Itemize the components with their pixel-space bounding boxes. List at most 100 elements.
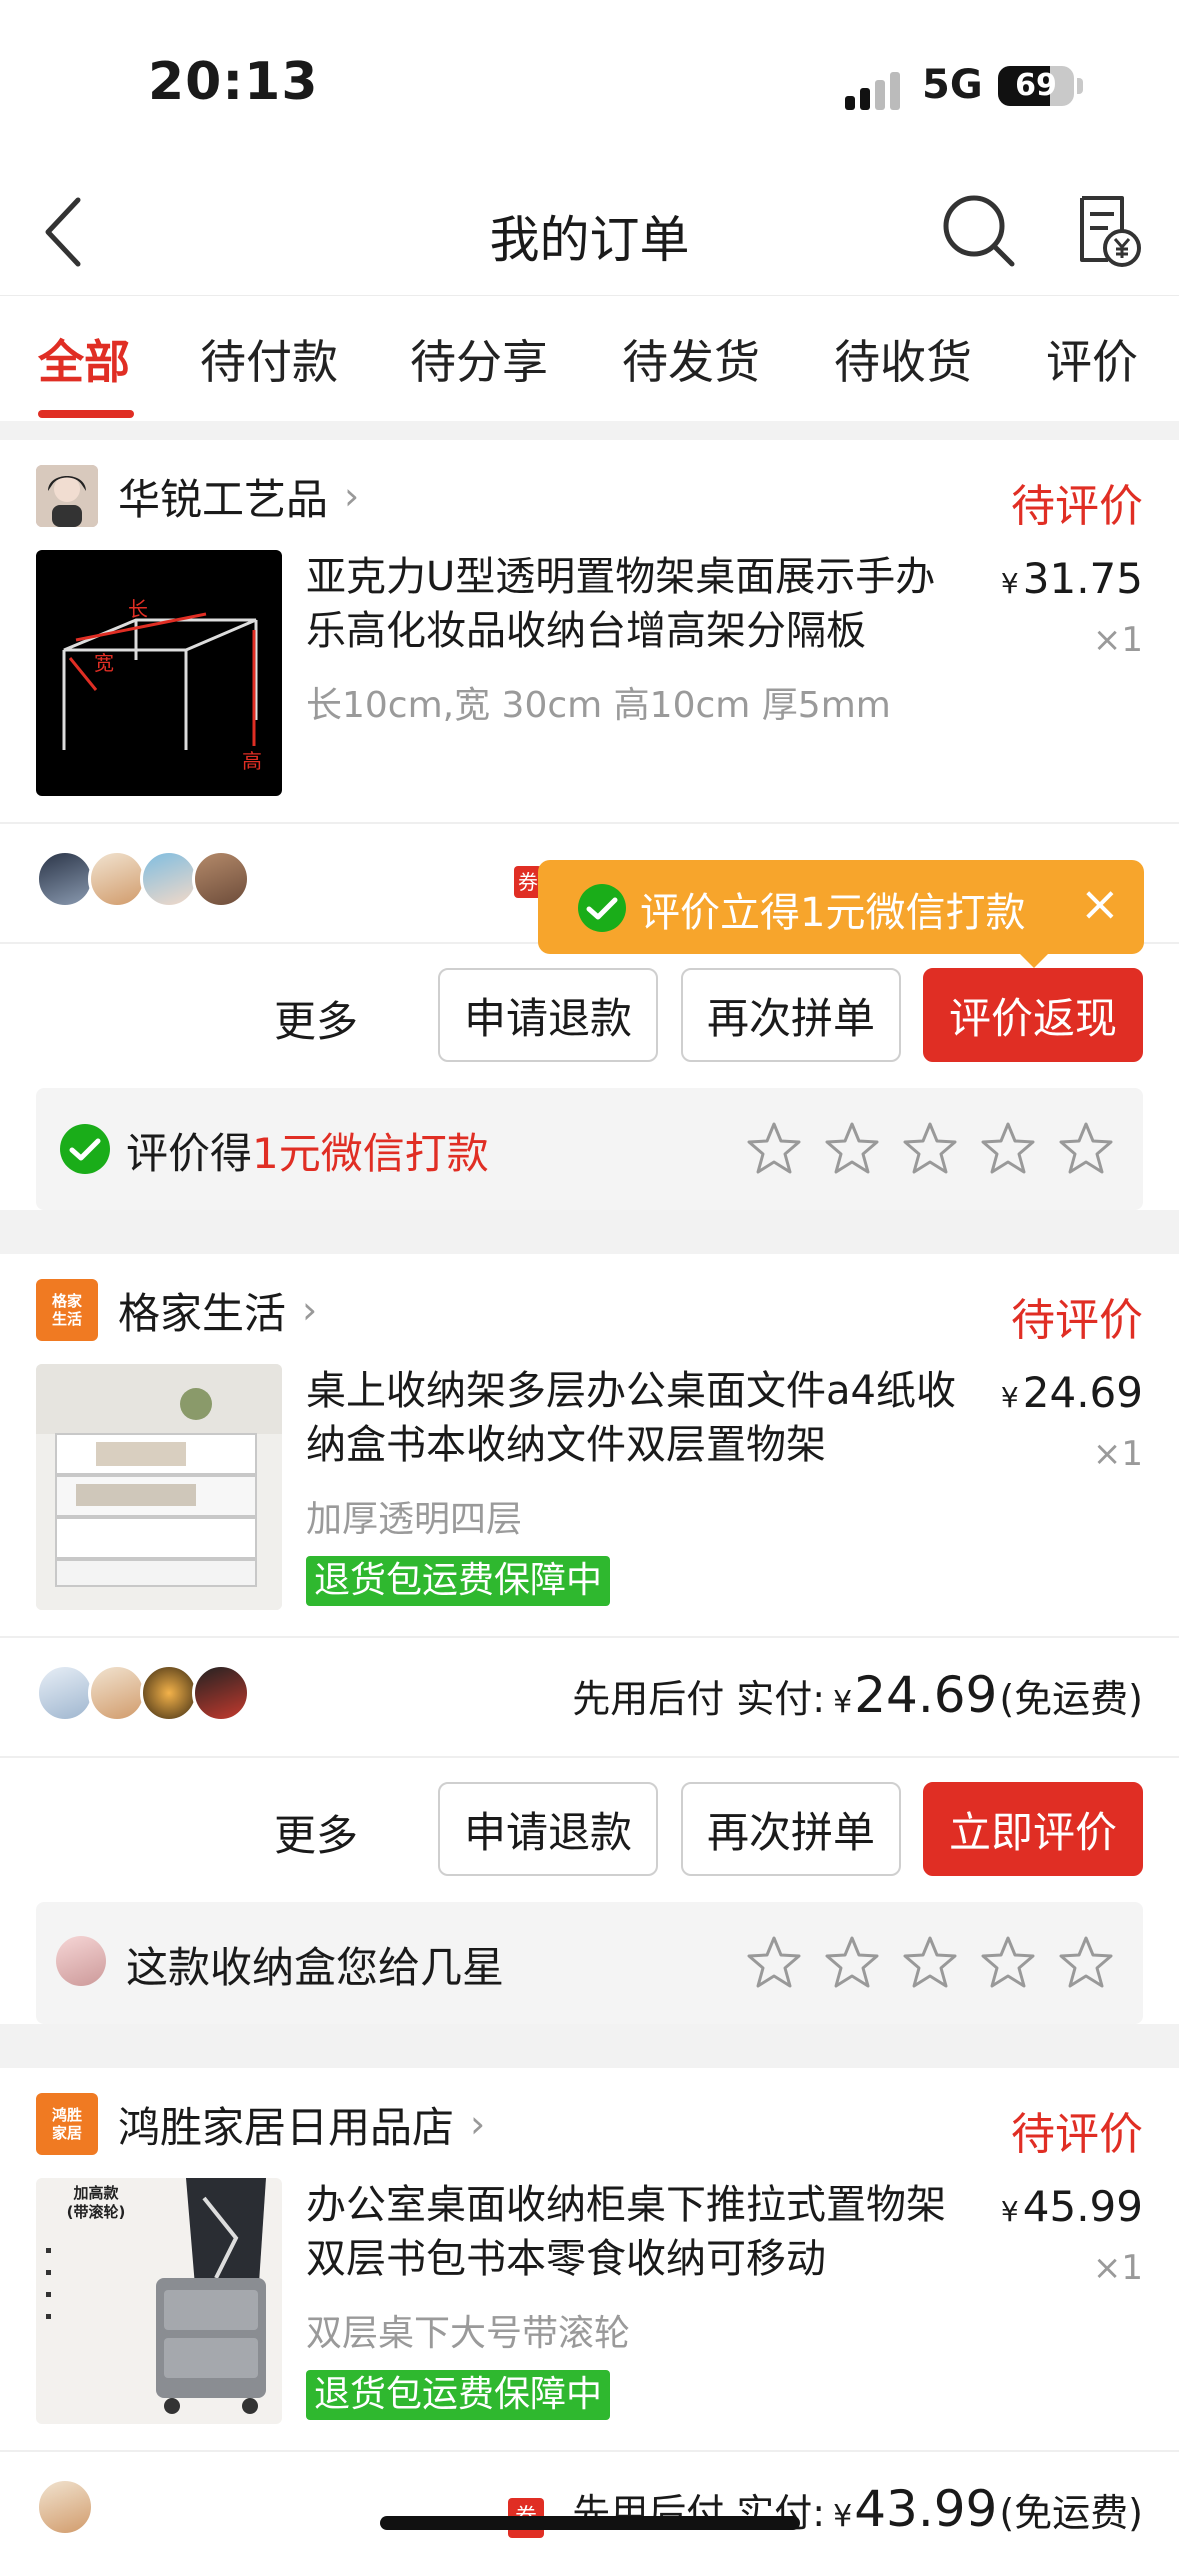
star-icon[interactable] xyxy=(1057,1934,1115,1992)
star-icon[interactable] xyxy=(979,1934,1037,1992)
search-icon[interactable] xyxy=(940,192,1018,270)
star-icon[interactable] xyxy=(823,1120,881,1178)
star-icon[interactable] xyxy=(823,1934,881,1992)
product-spec: 加厚透明四层 xyxy=(306,1499,523,1540)
refund-button[interactable]: 申请退款 xyxy=(438,968,658,1062)
shipping-guarantee-badge: 退货包运费保障中 xyxy=(306,1556,611,1606)
tooltip-arrow xyxy=(1018,952,1050,968)
thumb-height-label: 高 xyxy=(242,749,262,773)
product-price: ¥24.69 xyxy=(1000,1368,1143,1417)
tab-review[interactable]: 评价 xyxy=(1046,326,1138,392)
order-status: 待评价 xyxy=(1011,1295,1143,1346)
star-rating[interactable] xyxy=(725,1934,1115,1992)
shop-logo: 格家 生活 xyxy=(36,1279,98,1341)
star-icon[interactable] xyxy=(979,1120,1037,1178)
close-icon[interactable]: × xyxy=(1080,876,1120,932)
tab-pending-receive[interactable]: 待收货 xyxy=(834,326,972,392)
avatar xyxy=(36,2478,94,2536)
divider xyxy=(0,1636,1179,1638)
shop-name: 鸿胜家居日用品店 xyxy=(118,2102,455,2152)
tooltip-text: 评价立得1元微信打款 xyxy=(640,890,1026,936)
regroup-button[interactable]: 再次拼单 xyxy=(681,968,901,1062)
home-indicator xyxy=(380,2516,800,2530)
order-card[interactable]: 华锐工艺品 › 待评价 长 宽 高 亚克力U型透明置物架桌面展示手办乐高化妆品收… xyxy=(0,440,1179,1210)
product-name[interactable]: 亚克力U型透明置物架桌面展示手办乐高化妆品收纳台增高架分隔板 xyxy=(306,550,966,658)
paid-total: 24.69 xyxy=(854,1666,998,1724)
star-icon[interactable] xyxy=(745,1120,803,1178)
network-type: 5G xyxy=(922,62,983,108)
refund-button[interactable]: 申请退款 xyxy=(438,1782,658,1876)
star-icon[interactable] xyxy=(1057,1120,1115,1178)
avatar xyxy=(88,1664,146,1722)
review-now-button[interactable]: 立即评价 xyxy=(923,1782,1143,1876)
shipping-guarantee-badge: 退货包运费保障中 xyxy=(306,2370,611,2420)
wechat-check-icon xyxy=(578,884,626,932)
battery-percent: 69 xyxy=(1015,68,1057,103)
order-card[interactable]: 格家 生活 格家生活 › 待评价 桌上收纳架多层办公桌面文件a4纸收纳盒书本收纳… xyxy=(0,1254,1179,2024)
wechat-check-icon xyxy=(60,1124,110,1174)
chevron-right-icon: › xyxy=(302,1288,318,1332)
active-tab-indicator xyxy=(38,410,134,418)
product-image[interactable] xyxy=(36,1364,282,1610)
group-avatars xyxy=(36,1664,250,1722)
product-price: ¥45.99 xyxy=(1000,2182,1143,2231)
review-cashback-button[interactable]: 评价返现 xyxy=(923,968,1143,1062)
shop-header[interactable]: 格家 生活 格家生活 › xyxy=(36,1278,317,1342)
order-actions: 更多 申请退款 再次拼单 立即评价 xyxy=(0,1782,1179,1876)
divider xyxy=(0,2450,1179,2452)
order-card[interactable]: 鸿胜 家居 鸿胜家居日用品店 › 待评价 加高款 (带滚轮) 办公室桌面收纳柜桌… xyxy=(0,2068,1179,2556)
avatar xyxy=(56,1936,106,1986)
tab-pending-share[interactable]: 待分享 xyxy=(410,326,548,392)
rate-prompt-text: 评价得1元微信打款 xyxy=(126,1129,489,1178)
tab-all[interactable]: 全部 xyxy=(38,326,130,392)
product-name[interactable]: 办公室桌面收纳柜桌下推拉式置物架双层书包书本零食收纳可移动 xyxy=(306,2178,966,2286)
shipping-note: (免运费) xyxy=(999,2491,1143,2535)
avatar xyxy=(36,1664,94,1722)
divider xyxy=(0,822,1179,824)
shop-name: 华锐工艺品 xyxy=(118,474,329,524)
product-qty: ×1 xyxy=(1092,1434,1143,1474)
thumb-length-label: 长 xyxy=(128,597,148,621)
shop-name: 格家生活 xyxy=(118,1288,287,1338)
avatar xyxy=(192,850,250,908)
product-qty: ×1 xyxy=(1092,2248,1143,2288)
order-actions: 更多 申请退款 再次拼单 评价返现 xyxy=(0,968,1179,1062)
star-rating[interactable] xyxy=(725,1120,1115,1178)
avatar xyxy=(140,1664,198,1722)
shipping-note: (免运费) xyxy=(999,1677,1143,1721)
regroup-button[interactable]: 再次拼单 xyxy=(681,1782,901,1876)
product-image[interactable]: 长 宽 高 xyxy=(36,550,282,796)
star-icon[interactable] xyxy=(901,1934,959,1992)
product-spec: 双层桌下大号带滚轮 xyxy=(306,2313,631,2354)
order-tabs: 全部 待付款 待分享 待发货 待收货 评价 xyxy=(0,295,1179,421)
product-image[interactable]: 加高款 (带滚轮) xyxy=(36,2178,282,2424)
rate-prompt-text: 这款收纳盒您给几星 xyxy=(126,1943,505,1992)
status-time: 20:13 xyxy=(148,52,319,112)
thumb-width-label: 宽 xyxy=(94,651,114,675)
paid-amount: 先用后付 实付: ¥ 24.69 (免运费) xyxy=(572,1666,1143,1724)
rate-prompt[interactable]: 评价得1元微信打款 xyxy=(36,1088,1143,1210)
product-price: ¥31.75 xyxy=(1000,554,1143,603)
more-button[interactable]: 更多 xyxy=(274,1802,358,1863)
paid-label: 先用后付 实付: xyxy=(572,1677,826,1721)
star-icon[interactable] xyxy=(745,1934,803,1992)
star-icon[interactable] xyxy=(901,1120,959,1178)
shop-logo: 鸿胜 家居 xyxy=(36,2093,98,2155)
tab-pending-payment[interactable]: 待付款 xyxy=(200,326,338,392)
shop-header[interactable]: 华锐工艺品 › xyxy=(36,464,359,528)
chevron-right-icon: › xyxy=(470,2102,486,2146)
chevron-right-icon: › xyxy=(344,474,360,518)
product-name[interactable]: 桌上收纳架多层办公桌面文件a4纸收纳盒书本收纳文件双层置物架 xyxy=(306,1364,966,1472)
avatar xyxy=(140,850,198,908)
paid-total: 43.99 xyxy=(854,2480,998,2538)
bill-yen-icon[interactable] xyxy=(1072,194,1142,268)
review-reward-tooltip[interactable]: 评价立得1元微信打款 × xyxy=(538,860,1144,954)
order-status: 待评价 xyxy=(1011,481,1143,532)
tab-pending-ship[interactable]: 待发货 xyxy=(622,326,760,392)
rate-prompt[interactable]: 这款收纳盒您给几星 xyxy=(36,1902,1143,2024)
battery-icon: 69 xyxy=(998,66,1074,106)
more-button[interactable]: 更多 xyxy=(274,988,358,1049)
shop-header[interactable]: 鸿胜 家居 鸿胜家居日用品店 › xyxy=(36,2092,485,2156)
product-spec: 长10cm,宽 30cm 高10cm 厚5mm xyxy=(306,685,891,726)
avatar xyxy=(192,1664,250,1722)
